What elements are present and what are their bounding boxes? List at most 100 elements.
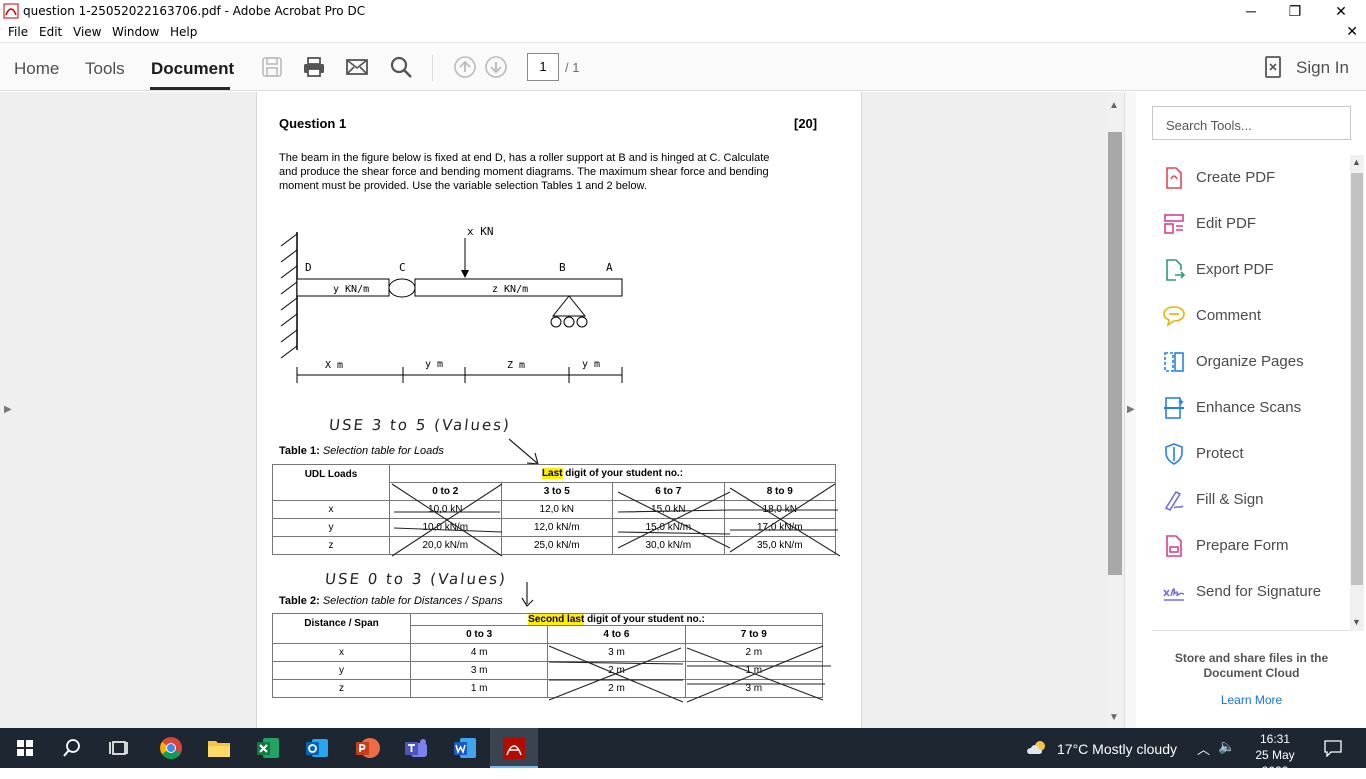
tool-protect[interactable]: Protect (1162, 440, 1352, 468)
scroll-down-icon[interactable]: ▼ (1109, 712, 1119, 723)
weather-text[interactable]: 17°C Mostly cloudy (1057, 741, 1177, 757)
cloud-promo-text: Store and share files in the Document Cl… (1174, 651, 1329, 680)
menu-window[interactable]: Window (112, 25, 159, 39)
roller-wheel (563, 316, 575, 328)
file-explorer-icon[interactable] (205, 734, 233, 762)
table1-caption-label: Table 1: (279, 445, 320, 457)
show-hidden-icons-icon[interactable]: ︿ (1197, 739, 1210, 758)
table2-caption: Table 2: Selection table for Distances /… (279, 595, 503, 607)
document-scrollbar[interactable]: ▲ ▼ (1106, 92, 1124, 728)
search-icon[interactable] (389, 55, 413, 79)
fill-sign-icon (1164, 490, 1184, 512)
intro-line: moment must be provided. Use the variabl… (279, 180, 647, 192)
notifications-icon[interactable] (1323, 739, 1343, 757)
task-view-icon[interactable] (106, 734, 134, 762)
tool-organize-pages[interactable]: Organize Pages (1162, 348, 1352, 376)
tool-send-signature[interactable]: Send for Signature (1162, 578, 1352, 606)
menu-view[interactable]: View (73, 25, 101, 39)
volume-icon[interactable]: 🔈 (1218, 738, 1235, 755)
tool-edit-pdf[interactable]: Edit PDF (1162, 210, 1352, 238)
tool-label: Export PDF (1196, 261, 1274, 278)
tool-label: Organize Pages (1196, 353, 1304, 370)
powerpoint-icon[interactable] (353, 734, 381, 762)
scrollbar-thumb[interactable] (1351, 173, 1363, 585)
taskbar: 17°C Mostly cloudy ︿ 🔈 (0, 728, 1366, 768)
tool-label: Create PDF (1196, 169, 1276, 186)
roller-support (551, 295, 587, 317)
tool-comment[interactable]: Comment (1162, 302, 1352, 330)
scrollbar-thumb[interactable] (1108, 132, 1122, 575)
save-icon[interactable] (260, 55, 284, 79)
clock-date: 25 May 2022 (1255, 748, 1295, 778)
learn-more-link[interactable]: Learn More (1152, 693, 1351, 707)
excel-icon[interactable] (254, 734, 282, 762)
menu-edit[interactable]: Edit (39, 25, 62, 39)
tool-prepare-form[interactable]: Prepare Form (1162, 532, 1352, 560)
span-label: y m (582, 359, 600, 370)
weather-cloud-icon[interactable] (1026, 740, 1048, 755)
edit-pdf-icon (1164, 214, 1184, 234)
sign-in-button[interactable]: Sign In (1296, 58, 1349, 78)
intro-line: The beam in the figure below is fixed at… (279, 152, 770, 164)
table-cell: y (272, 518, 390, 537)
table-cell: 3 m (409, 661, 549, 680)
span-label: y m (425, 359, 443, 370)
tool-label: Comment (1196, 307, 1262, 324)
menu-help[interactable]: Help (170, 25, 197, 39)
page-number-input[interactable]: 1 (527, 53, 559, 81)
tool-export-pdf[interactable]: Export PDF (1162, 256, 1352, 284)
previous-page-icon[interactable] (453, 55, 477, 79)
right-panel-toggle-icon[interactable]: ▶ (1127, 404, 1135, 415)
email-icon[interactable] (345, 55, 369, 79)
mobile-link-icon[interactable] (1261, 55, 1285, 79)
tool-create-pdf[interactable]: Create PDF (1162, 164, 1352, 192)
outlook-icon[interactable] (303, 734, 331, 762)
table2-caption-text: Selection table for Distances / Spans (322, 595, 503, 607)
tab-document[interactable]: Document (151, 59, 234, 79)
tools-scrollbar[interactable]: ▲ ▼ (1350, 155, 1364, 631)
tool-fill-sign[interactable]: Fill & Sign (1162, 486, 1352, 514)
maximize-button[interactable]: ❐ (1272, 0, 1318, 22)
print-icon[interactable] (302, 55, 326, 79)
scroll-down-icon[interactable]: ▼ (1352, 617, 1361, 627)
scroll-up-icon[interactable]: ▲ (1109, 100, 1119, 111)
table1-caption-text: Selection table for Loads (322, 445, 444, 457)
table2-header: Second last digit of your student no.: (410, 613, 823, 626)
tab-home[interactable]: Home (14, 59, 59, 79)
question-marks: [20] (794, 116, 818, 131)
teams-icon[interactable] (402, 734, 430, 762)
table2-col-header: 0 to 3 (409, 625, 549, 644)
protect-icon (1165, 443, 1183, 465)
scroll-up-icon[interactable]: ▲ (1352, 157, 1361, 167)
label-b: B (559, 261, 566, 274)
close-document-button[interactable]: ✕ (1346, 23, 1358, 40)
minimize-button[interactable]: ─ (1228, 0, 1274, 22)
left-panel-toggle-icon[interactable]: ▶ (4, 404, 12, 415)
tab-tools[interactable]: Tools (85, 59, 125, 79)
table1-header-left: UDL Loads (272, 464, 390, 501)
hinge-c (388, 278, 416, 298)
page-total: / 1 (565, 60, 580, 75)
span-label: Z m (507, 360, 525, 371)
clock-time: 16:31 (1259, 732, 1291, 746)
windows-start-icon[interactable] (11, 734, 39, 762)
point-load-arrowhead (461, 270, 469, 278)
handwritten-arrow-icon (521, 582, 534, 607)
table1-strikeouts (391, 483, 840, 557)
next-page-icon[interactable] (484, 55, 508, 79)
search-icon[interactable] (58, 734, 86, 762)
system-clock[interactable]: 16:31 25 May 2022 (1244, 731, 1306, 779)
taskbar-active-app[interactable] (490, 728, 538, 768)
word-icon[interactable] (451, 734, 479, 762)
tool-enhance-scans[interactable]: Enhance Scans (1162, 394, 1352, 422)
tool-label: Fill & Sign (1196, 491, 1264, 508)
close-button[interactable]: ✕ (1318, 0, 1364, 22)
active-tab-indicator (150, 87, 230, 90)
roller-wheel (550, 316, 562, 328)
menu-file[interactable]: File (8, 25, 28, 39)
point-load-label: x KN (467, 225, 494, 238)
search-tools-input[interactable]: Search Tools... (1152, 106, 1351, 140)
chrome-icon[interactable] (157, 734, 185, 762)
main-toolbar: Home Tools Document 1 / 1 Sign In (0, 43, 1366, 91)
prepare-form-icon (1166, 535, 1182, 557)
